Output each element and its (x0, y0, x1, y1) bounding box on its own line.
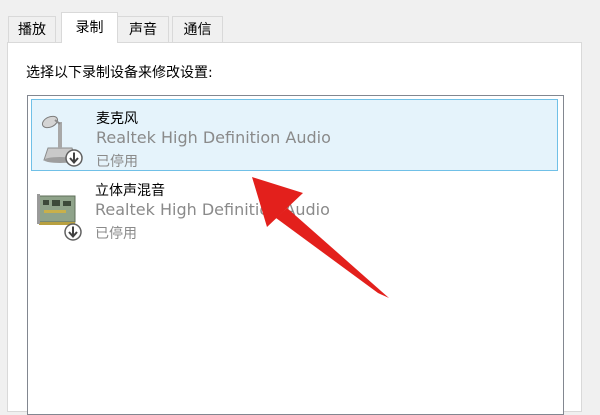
device-item-stereo-mix[interactable]: 立体声混音 Realtek High Definition Audio 已停用 (31, 172, 558, 244)
recording-device-list[interactable]: 麦克风 Realtek High Definition Audio 已停用 立体… (27, 95, 564, 415)
tab-recording[interactable]: 录制 (61, 12, 118, 43)
tab-playback[interactable]: 播放 (8, 16, 56, 42)
disabled-down-arrow-icon (65, 149, 83, 167)
device-status: 已停用 (96, 154, 138, 170)
device-driver: Realtek High Definition Audio (95, 200, 330, 219)
device-item-microphone[interactable]: 麦克风 Realtek High Definition Audio 已停用 (31, 99, 558, 171)
tab-sounds[interactable]: 声音 (117, 16, 169, 42)
microphone-icon (41, 115, 83, 167)
device-driver: Realtek High Definition Audio (96, 128, 331, 147)
device-status: 已停用 (95, 226, 137, 242)
sound-card-icon (37, 194, 82, 241)
disabled-down-arrow-icon (64, 223, 82, 241)
instruction-text: 选择以下录制设备来修改设置: (26, 65, 213, 81)
device-name: 立体声混音 (95, 183, 165, 199)
tab-strip: 播放 录制 声音 通信 (0, 0, 600, 43)
device-name: 麦克风 (96, 111, 138, 127)
tab-communications[interactable]: 通信 (172, 16, 223, 42)
